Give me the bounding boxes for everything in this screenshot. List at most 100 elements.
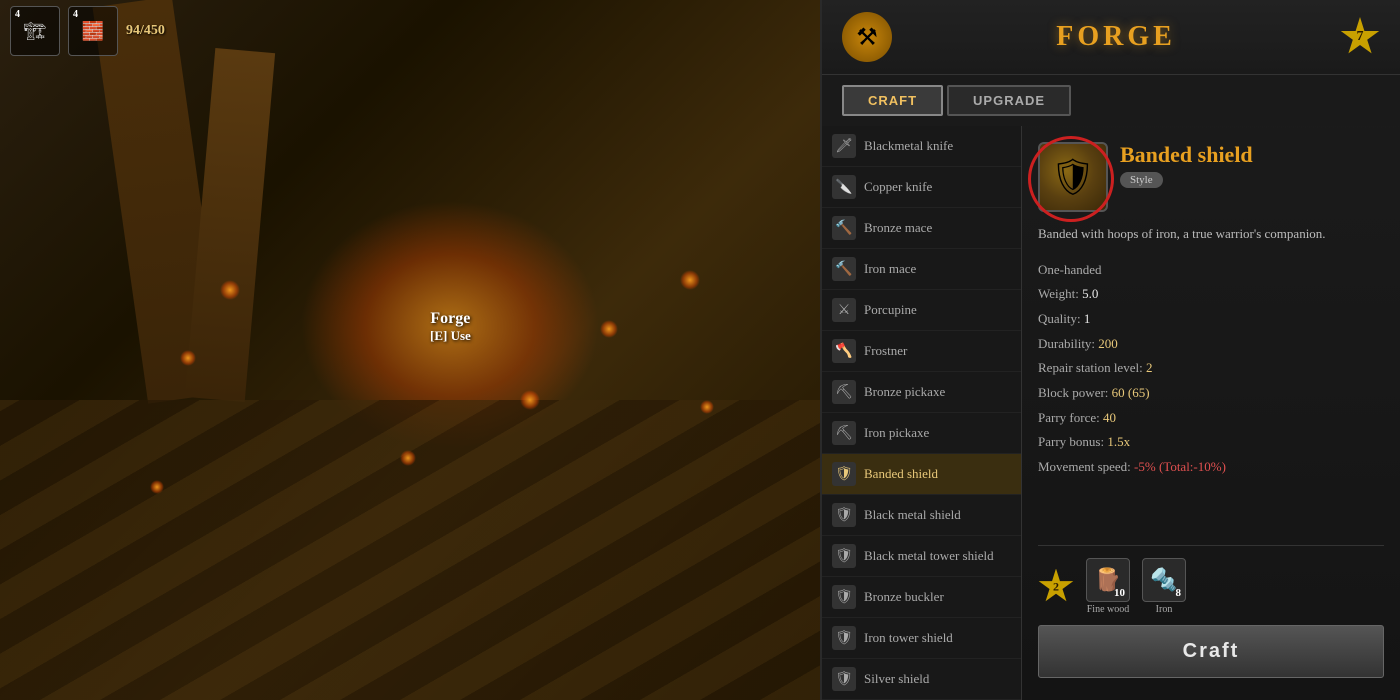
list-item-black-metal-shield[interactable]: 🛡 Black metal shield: [822, 495, 1021, 536]
forge-level-badge: 7: [1340, 17, 1380, 57]
game-background: 4 🏗 4 🧱 94/450 Forge [E] Use: [0, 0, 820, 700]
list-item-porcupine[interactable]: ⚔ Porcupine: [822, 290, 1021, 331]
ingredient-fine-wood-label: Fine wood: [1087, 604, 1130, 615]
icon-bronze-mace: 🔨: [832, 216, 856, 240]
icon-frostner: 🪓: [832, 339, 856, 363]
forge-use-hint: [E] Use: [430, 328, 471, 344]
stat-one-handed: One-handed: [1038, 258, 1384, 283]
list-item-iron-pickaxe[interactable]: ⛏ Iron pickaxe: [822, 413, 1021, 454]
label-bronze-buckler: Bronze buckler: [864, 589, 944, 605]
label-bronze-mace: Bronze mace: [864, 220, 932, 236]
hud-resource-count: 94/450: [126, 23, 165, 39]
forge-world-title: Forge: [430, 310, 471, 328]
item-list[interactable]: 🗡 Blackmetal knife 🔪 Copper knife 🔨 Bron…: [822, 126, 1022, 700]
forge-content-area: 🗡 Blackmetal knife 🔪 Copper knife 🔨 Bron…: [822, 126, 1400, 700]
torch-glow-8: [700, 400, 714, 414]
list-item-bronze-mace[interactable]: 🔨 Bronze mace: [822, 208, 1021, 249]
icon-iron-pickaxe: ⛏: [832, 421, 856, 445]
hud-item-1[interactable]: 4 🏗: [10, 6, 60, 56]
icon-iron-mace: 🔨: [832, 257, 856, 281]
torch-glow-5: [150, 480, 164, 494]
list-item-iron-mace[interactable]: 🔨 Iron mace: [822, 249, 1021, 290]
list-item-frostner[interactable]: 🪓 Frostner: [822, 331, 1021, 372]
label-iron-tower-shield: Iron tower shield: [864, 630, 953, 646]
stat-block-power: Block power: 60 (65): [1038, 381, 1384, 406]
list-item-blackmetal-knife[interactable]: 🗡 Blackmetal knife: [822, 126, 1021, 167]
craft-button[interactable]: Craft: [1038, 625, 1384, 678]
ingredient-iron-count: 8: [1176, 587, 1182, 599]
item-description: Banded with hoops of iron, a true warrio…: [1038, 224, 1384, 244]
icon-porcupine: ⚔: [832, 298, 856, 322]
label-black-metal-shield: Black metal shield: [864, 507, 961, 523]
list-item-iron-tower-shield[interactable]: 🛡 Iron tower shield: [822, 618, 1021, 659]
tab-upgrade[interactable]: UPGRADE: [947, 85, 1071, 116]
label-silver-shield: Silver shield: [864, 671, 929, 687]
torch-glow-4: [680, 270, 700, 290]
world-forge-label: Forge [E] Use: [430, 310, 471, 344]
label-bronze-pickaxe: Bronze pickaxe: [864, 384, 945, 400]
item-header: 🛡 Banded shield Style: [1038, 142, 1384, 212]
hud-item-1-count: 4: [15, 9, 20, 20]
label-porcupine: Porcupine: [864, 302, 917, 318]
hud-item-2[interactable]: 4 🧱: [68, 6, 118, 56]
stat-repair-station: Repair station level: 2: [1038, 356, 1384, 381]
item-stats: One-handed Weight: 5.0 Quality: 1 Durabi…: [1038, 258, 1384, 546]
icon-iron-tower-shield: 🛡: [832, 626, 856, 650]
ingredient-fine-wood-count: 10: [1114, 587, 1125, 599]
icon-silver-shield: 🛡: [832, 667, 856, 691]
item-detail-panel: 🛡 Banded shield Style Banded with hoops …: [1022, 126, 1400, 700]
icon-bronze-buckler: 🛡: [832, 585, 856, 609]
label-blackmetal-knife: Blackmetal knife: [864, 138, 953, 154]
forge-panel: ⚒ FORGE 7 CRAFT UPGRADE 🗡 Blackmetal kni…: [820, 0, 1400, 700]
forge-level-number: 7: [1357, 29, 1364, 45]
ingredient-fine-wood-icon: 🪵 10: [1086, 558, 1130, 602]
list-item-black-metal-tower-shield[interactable]: 🛡 Black metal tower shield: [822, 536, 1021, 577]
torch-glow-3: [600, 320, 618, 338]
icon-copper-knife: 🔪: [832, 175, 856, 199]
list-item-bronze-pickaxe[interactable]: ⛏ Bronze pickaxe: [822, 372, 1021, 413]
icon-banded-shield: 🛡: [832, 462, 856, 486]
stat-quality: Quality: 1: [1038, 307, 1384, 332]
quality-number: 2: [1053, 579, 1059, 594]
icon-black-metal-tower-shield: 🛡: [832, 544, 856, 568]
label-iron-mace: Iron mace: [864, 261, 916, 277]
list-item-copper-knife[interactable]: 🔪 Copper knife: [822, 167, 1021, 208]
list-item-banded-shield[interactable]: 🛡 Banded shield: [822, 454, 1021, 495]
ingredient-fine-wood: 🪵 10 Fine wood: [1086, 558, 1130, 615]
torch-glow-2: [180, 350, 196, 366]
style-badge[interactable]: Style: [1120, 172, 1163, 188]
stat-parry-bonus: Parry bonus: 1.5x: [1038, 430, 1384, 455]
hud-top-bar: 4 🏗 4 🧱 94/450: [0, 0, 175, 62]
torch-glow-1: [220, 280, 240, 300]
icon-black-metal-shield: 🛡: [832, 503, 856, 527]
label-frostner: Frostner: [864, 343, 907, 359]
label-black-metal-tower-shield: Black metal tower shield: [864, 548, 994, 564]
ingredient-iron-icon: 🔩 8: [1142, 558, 1186, 602]
forge-tabs: CRAFT UPGRADE: [822, 75, 1400, 126]
list-item-bronze-buckler[interactable]: 🛡 Bronze buckler: [822, 577, 1021, 618]
hud-item-2-count: 4: [73, 9, 78, 20]
floor-planks: [0, 400, 820, 700]
item-name: Banded shield: [1120, 142, 1384, 168]
icon-blackmetal-knife: 🗡: [832, 134, 856, 158]
label-iron-pickaxe: Iron pickaxe: [864, 425, 929, 441]
stat-weight: Weight: 5.0: [1038, 282, 1384, 307]
list-item-silver-shield[interactable]: 🛡 Silver shield: [822, 659, 1021, 700]
forge-header: ⚒ FORGE 7: [822, 0, 1400, 75]
stat-parry-force: Parry force: 40: [1038, 406, 1384, 431]
torch-glow-6: [400, 450, 416, 466]
item-image: 🛡: [1038, 142, 1108, 212]
stat-durability: Durability: 200: [1038, 332, 1384, 357]
forge-title: FORGE: [1056, 21, 1176, 53]
quality-star: 2: [1038, 569, 1074, 605]
forge-icon: ⚒: [842, 12, 892, 62]
ingredient-iron-label: Iron: [1156, 604, 1173, 615]
icon-bronze-pickaxe: ⛏: [832, 380, 856, 404]
craft-requirements: 2 🪵 10 Fine wood 🔩 8 Iron: [1038, 545, 1384, 615]
label-copper-knife: Copper knife: [864, 179, 932, 195]
tab-craft[interactable]: CRAFT: [842, 85, 943, 116]
stat-movement-speed: Movement speed: -5% (Total:-10%): [1038, 455, 1384, 480]
ingredient-iron: 🔩 8 Iron: [1142, 558, 1186, 615]
item-title-area: Banded shield Style: [1120, 142, 1384, 188]
label-banded-shield: Banded shield: [864, 466, 938, 482]
